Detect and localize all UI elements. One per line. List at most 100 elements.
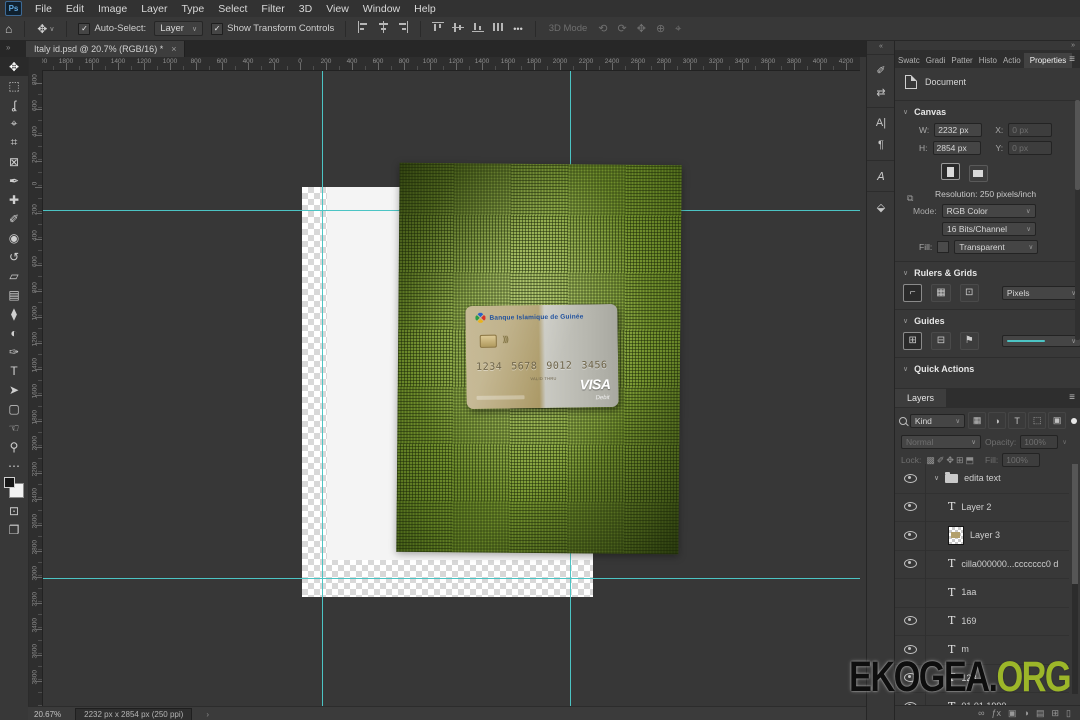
brush-settings-panel-icon[interactable]: ✐ [867,59,895,81]
blend-mode-dropdown[interactable]: Normal∨ [901,435,981,449]
layer-visibility-toggle[interactable] [895,521,926,550]
3d-roll-icon[interactable]: ⟳ [618,23,627,35]
paragraph-panel-icon[interactable]: ¶ [867,134,895,156]
3d-orbit-icon[interactable]: ⟲ [598,23,607,35]
glyphs-panel-icon[interactable]: 𝘈 [867,165,895,187]
filter-type-layers-icon[interactable]: T [1008,412,1026,429]
ruler-corner[interactable] [28,57,43,71]
snap-toggle-icon[interactable]: ⊡ [960,284,979,302]
vertical-ruler[interactable]: 8006004002000200400600800100012001400160… [28,70,43,706]
zoom-tool[interactable]: ⚲ [0,437,28,456]
height-field[interactable]: 2854 px [933,141,981,155]
3d-pan-icon[interactable]: ✥ [637,23,646,35]
layer-visibility-toggle[interactable] [895,635,926,664]
align-horizontal-centers-icon[interactable] [377,21,389,33]
tab-overflow-icon[interactable]: » [6,43,10,52]
auto-select-target-dropdown[interactable]: Layer ∨ [154,21,203,36]
crop-tool[interactable]: ⌗ [0,133,28,152]
layer-row[interactable]: Layer 3 [895,521,1069,551]
units-dropdown[interactable]: Pixels∨ [1002,286,1080,300]
link-layers-icon[interactable]: ∞ [978,708,984,718]
dodge-tool[interactable]: ◐ [0,323,28,342]
move-tool[interactable]: ✥ [0,57,28,76]
tab-layers[interactable]: Layers [895,389,946,407]
blur-tool[interactable]: ⧫ [0,304,28,323]
opacity-field[interactable]: 100% [1020,435,1058,449]
3d-panel-icon[interactable]: ⬙ [867,196,895,218]
align-right-edges-icon[interactable] [397,21,409,33]
color-mode-dropdown[interactable]: RGB Color∨ [942,204,1036,218]
bit-depth-dropdown[interactable]: 16 Bits/Channel∨ [942,222,1036,236]
properties-scrollbar[interactable] [1075,100,1080,340]
rulers-grids-section-header[interactable]: ∨ Rulers & Grids [895,262,1080,282]
3d-camera-icon[interactable]: ⌖ [675,23,681,35]
menu-image[interactable]: Image [91,3,134,15]
layer-visibility-toggle[interactable] [895,464,926,493]
lock-image-icon[interactable]: ✐ [937,455,945,465]
layer-visibility-toggle[interactable] [895,578,926,607]
align-top-edges-icon[interactable] [432,21,444,33]
fill-dropdown[interactable]: Transparent∨ [954,240,1038,254]
healing-brush-tool[interactable]: ✚ [0,190,28,209]
align-bottom-edges-icon[interactable] [472,21,484,33]
filter-pixel-layers-icon[interactable]: ▦ [968,412,986,429]
kind-filter-dropdown[interactable]: Kind∨ [910,414,965,428]
gradient-tool[interactable]: ▤ [0,285,28,304]
eyedropper-tool[interactable]: ✒ [0,171,28,190]
document-tab[interactable]: Italy id.psd @ 20.7% (RGB/16) * × [26,40,185,57]
object-selection-tool[interactable]: ⌖ [0,114,28,133]
quick-actions-section-header[interactable]: ∨ Quick Actions [895,358,1080,378]
canvas-area[interactable]: Banque Islamique de Guinée ))) 123456789… [42,70,860,706]
properties-document-row[interactable]: Document [895,68,1080,95]
menu-view[interactable]: View [319,3,356,15]
layer-row[interactable]: T128 [895,664,1069,694]
type-tool[interactable]: T [0,361,28,380]
filter-pin-icon[interactable] [1071,418,1077,424]
close-icon[interactable]: × [171,44,176,54]
layer-row[interactable]: T1aa [895,578,1069,608]
move-tool-icon[interactable]: ✥ [37,22,47,36]
filter-adjustment-layers-icon[interactable]: ◑ [988,412,1006,429]
lock-all-icon[interactable]: ⬒ [965,455,974,465]
swap-arrows-panel-icon[interactable]: ⇄ [867,81,895,103]
menu-type[interactable]: Type [174,3,211,15]
menu-window[interactable]: Window [356,3,407,15]
grid-toggle-icon[interactable]: ▦ [931,284,950,302]
menu-edit[interactable]: Edit [59,3,91,15]
layer-row[interactable]: TLayer 2 [895,493,1069,523]
adjustment-layer-icon[interactable]: ◑ [1024,708,1029,718]
layer-visibility-toggle[interactable] [895,550,926,579]
width-field[interactable]: 2232 px [934,123,982,137]
layer-visibility-toggle[interactable] [895,664,926,693]
checkbox-icon[interactable]: ✓ [211,23,223,35]
menu-file[interactable]: File [28,3,59,15]
lock-position-icon[interactable]: ✥ [946,455,954,465]
distribute-horizontal-icon[interactable] [492,21,504,33]
lock-artboard-icon[interactable]: ⊞ [956,455,964,465]
lock-transparency-icon[interactable]: ▩ [926,455,935,465]
chevron-down-icon[interactable]: ∨ [49,25,54,33]
layers-scrollbar[interactable] [1072,464,1078,694]
expand-panels-icon[interactable]: « [867,40,895,54]
guides-toggle-icon[interactable]: ⊞ [903,332,922,350]
layer-row[interactable]: T01.01.1990 [895,692,1069,706]
eraser-tool[interactable]: ▱ [0,266,28,285]
canvas-section-header[interactable]: ∨ Canvas [895,101,1080,121]
guides-section-header[interactable]: ∨ Guides [895,310,1080,330]
layer-group-icon[interactable]: ▤ [1036,708,1045,718]
layer-row[interactable]: Tm [895,635,1069,665]
layer-row[interactable]: T169 [895,607,1069,637]
foreground-color-swatch[interactable] [4,477,15,488]
layer-mask-icon[interactable]: ▣ [1008,708,1017,718]
checkbox-icon[interactable]: ✓ [78,23,90,35]
show-transform-checkbox[interactable]: ✓ Show Transform Controls [211,23,334,35]
quick-mask-mode[interactable]: ⊡ [0,501,28,520]
collapse-panels-icon[interactable]: » [1071,42,1075,49]
panel-menu-icon[interactable]: ≡ [1069,54,1075,65]
zoom-level[interactable]: 20.67% [34,710,61,719]
lock-guides-icon[interactable]: ⚑ [960,332,979,350]
menu-filter[interactable]: Filter [254,3,291,15]
filter-smart-objects-icon[interactable]: ▣ [1048,412,1066,429]
layer-visibility-toggle[interactable] [895,607,926,636]
shape-tool[interactable]: ▢ [0,399,28,418]
